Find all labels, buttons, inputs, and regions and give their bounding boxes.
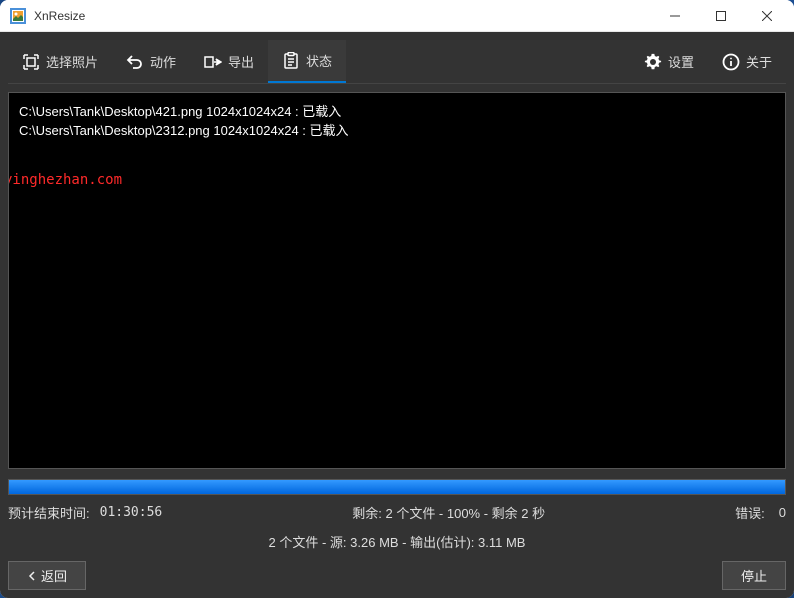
tab-about[interactable]: 关于 bbox=[708, 40, 786, 83]
maximize-button[interactable] bbox=[698, 0, 744, 32]
error-label: 错误: bbox=[735, 503, 765, 522]
bottom-button-row: 返回 停止 bbox=[8, 561, 786, 590]
error-value: 0 bbox=[779, 505, 786, 520]
log-output: C:\Users\Tank\Desktop\421.png 1024x1024x… bbox=[8, 92, 786, 469]
tab-label: 设置 bbox=[668, 52, 694, 71]
progress-bar-track bbox=[8, 479, 786, 495]
remaining-text: 剩余: 2 个文件 - 100% - 剩余 2 秒 bbox=[166, 503, 731, 522]
tab-select-photos[interactable]: 选择照片 bbox=[8, 40, 112, 83]
export-icon bbox=[204, 53, 222, 71]
close-button[interactable] bbox=[744, 0, 790, 32]
summary-text: 2 个文件 - 源: 3.26 MB - 输出(估计): 3.11 MB bbox=[8, 532, 786, 551]
status-row: 预计结束时间: 01:30:56 剩余: 2 个文件 - 100% - 剩余 2… bbox=[8, 503, 786, 522]
log-line: C:\Users\Tank\Desktop\2312.png 1024x1024… bbox=[19, 123, 349, 138]
chevron-left-icon bbox=[27, 571, 37, 581]
tab-bar: 选择照片 动作 导出 状态 设置 关于 bbox=[8, 40, 786, 84]
tab-settings[interactable]: 设置 bbox=[630, 40, 708, 83]
photo-select-icon bbox=[22, 53, 40, 71]
tab-label: 状态 bbox=[306, 51, 332, 70]
titlebar: XnResize bbox=[0, 0, 794, 32]
tab-export[interactable]: 导出 bbox=[190, 40, 268, 83]
tab-label: 导出 bbox=[228, 52, 254, 71]
back-button[interactable]: 返回 bbox=[8, 561, 86, 590]
watermark-text: yinghezhan.com bbox=[8, 171, 122, 191]
minimize-button[interactable] bbox=[652, 0, 698, 32]
stop-button-label: 停止 bbox=[741, 566, 767, 585]
window-title: XnResize bbox=[34, 9, 652, 23]
eta-value: 01:30:56 bbox=[100, 505, 163, 520]
info-icon bbox=[722, 53, 740, 71]
eta-label: 预计结束时间: bbox=[8, 503, 90, 522]
back-button-label: 返回 bbox=[41, 566, 67, 585]
tab-label: 动作 bbox=[150, 52, 176, 71]
undo-icon bbox=[126, 53, 144, 71]
tab-actions[interactable]: 动作 bbox=[112, 40, 190, 83]
app-body: 选择照片 动作 导出 状态 设置 关于 bbox=[0, 32, 794, 598]
tab-label: 关于 bbox=[746, 52, 772, 71]
stop-button[interactable]: 停止 bbox=[722, 561, 786, 590]
log-line: C:\Users\Tank\Desktop\421.png 1024x1024x… bbox=[19, 104, 341, 119]
tab-status[interactable]: 状态 bbox=[268, 40, 346, 83]
clipboard-icon bbox=[282, 52, 300, 70]
progress-bar-fill bbox=[9, 480, 785, 494]
tab-label: 选择照片 bbox=[46, 52, 98, 71]
gear-icon bbox=[644, 53, 662, 71]
app-icon bbox=[10, 8, 26, 24]
app-window: XnResize 选择照片 动作 导出 状态 bbox=[0, 0, 794, 598]
